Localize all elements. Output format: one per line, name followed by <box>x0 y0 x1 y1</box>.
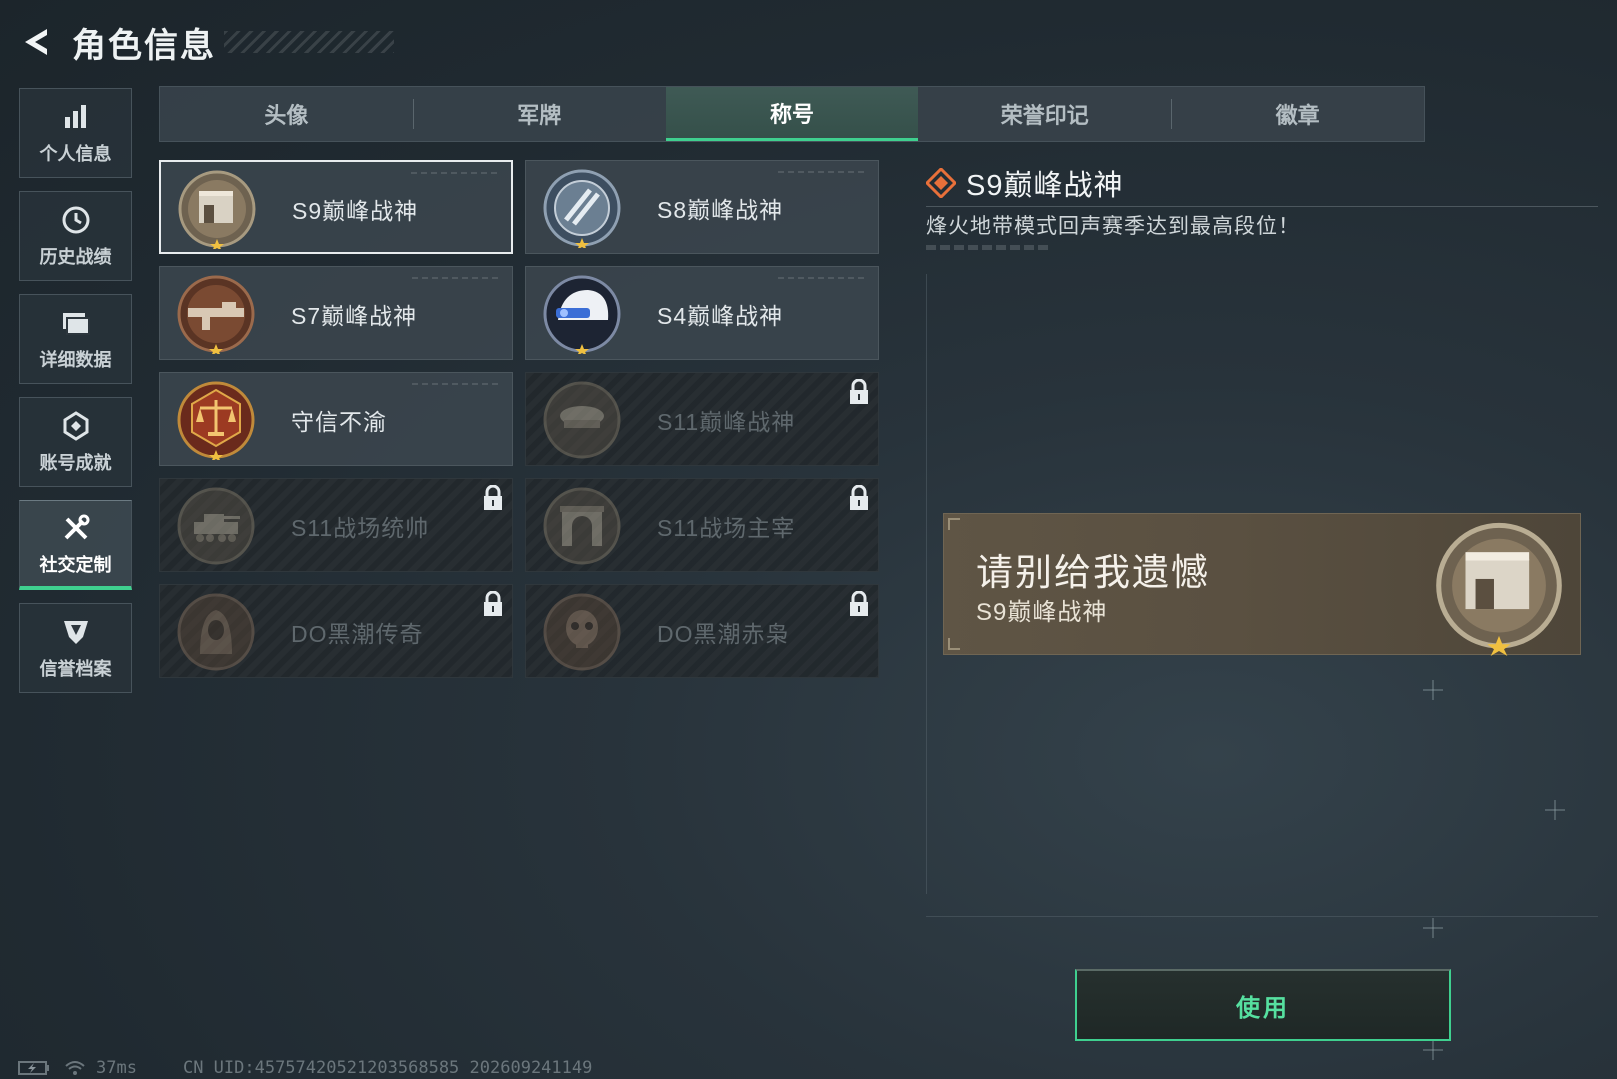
diamond-icon <box>926 168 956 198</box>
lock-icon <box>850 485 868 510</box>
helmet-emblem-icon <box>543 275 621 354</box>
sidebar-item-label: 历史战绩 <box>39 247 112 267</box>
sidebar-item-social-custom[interactable]: 社交定制 <box>19 500 132 590</box>
back-arrow-icon[interactable] <box>18 24 54 60</box>
sidebar-item-label: 账号成就 <box>39 453 112 473</box>
shield-icon <box>59 615 93 649</box>
category-tabs: 头像 军牌 称号 荣誉印记 徽章 <box>159 86 1425 142</box>
use-button[interactable]: 使用 <box>1075 969 1451 1041</box>
tab-honor-mark[interactable]: 荣誉印记 <box>918 87 1171 141</box>
tab-avatar[interactable]: 头像 <box>160 87 413 141</box>
page-title: 角色信息 <box>72 26 216 65</box>
sidebar-item-label: 社交定制 <box>39 554 112 575</box>
lock-icon <box>484 485 502 510</box>
tank-emblem-icon <box>177 487 255 565</box>
title-card-s7[interactable]: S7巅峰战神 <box>159 266 513 360</box>
bar-chart-icon <box>59 100 93 134</box>
title-decoration <box>224 31 394 53</box>
sidebar-item-details[interactable]: 详细数据 <box>19 294 132 384</box>
tab-badge[interactable]: 徽章 <box>1171 87 1424 141</box>
achievement-icon <box>59 409 93 443</box>
sidebar-item-label: 个人信息 <box>39 144 112 164</box>
title-card-faithful[interactable]: 守信不渝 <box>159 372 513 466</box>
card-decoration <box>411 172 501 174</box>
title-card-name: S11巅峰战神 <box>657 409 796 435</box>
title-card-name: DO黑潮传奇 <box>291 621 424 647</box>
crosshair-mark <box>1423 680 1443 700</box>
title-card-s11-peak[interactable]: S11巅峰战神 <box>525 372 879 466</box>
lock-icon <box>484 591 502 616</box>
title-card-name: S7巅峰战神 <box>291 303 418 329</box>
sidebar-item-achievements[interactable]: 账号成就 <box>19 397 132 487</box>
title-card-name: S11战场统帅 <box>291 515 430 541</box>
uid-text: CN UID:457574205212035685​85 20260924114… <box>182 1058 593 1078</box>
sidebar-item-label: 详细数据 <box>39 350 112 370</box>
title-card-s4[interactable]: S4巅峰战神 <box>525 266 879 360</box>
card-decoration <box>412 383 502 385</box>
striped-sphere-emblem-icon <box>543 169 621 248</box>
hooded-figure-emblem-icon <box>177 593 255 671</box>
frame-line <box>926 916 1598 917</box>
detail-description: 烽火地带模式回声赛季达到最高段位！ <box>926 215 1300 238</box>
detail-title: S9巅峰战神 <box>966 170 1124 202</box>
detail-header: S9巅峰战神 <box>926 160 1598 207</box>
title-card-s8[interactable]: S8巅峰战神 <box>525 160 879 254</box>
lock-icon <box>850 379 868 404</box>
skull-emblem-icon <box>543 593 621 671</box>
title-card-name: DO黑潮赤枭 <box>657 621 790 647</box>
preview-title-name: S9巅峰战神 <box>976 599 1108 626</box>
title-card-name: S9巅峰战神 <box>292 198 419 224</box>
scales-emblem-icon <box>177 381 255 460</box>
status-footer: 37ms CN UID:457574205212035685​85 202609… <box>18 1057 592 1079</box>
battery-icon <box>18 1061 49 1075</box>
title-card-s11-commander[interactable]: S11战场统帅 <box>159 478 513 572</box>
header: 角色信息 <box>18 18 394 66</box>
ping-value: 37ms <box>96 1058 137 1078</box>
corner-mark <box>948 638 960 650</box>
title-card-name: 守信不渝 <box>291 409 387 435</box>
title-card-name: S8巅峰战神 <box>657 197 784 223</box>
card-decoration <box>778 277 868 279</box>
wifi-icon <box>65 1061 85 1075</box>
rifle-emblem-icon <box>177 275 255 354</box>
title-preview-card: 请别给我遗憾 S9巅峰战神 <box>943 513 1581 656</box>
preview-player-name: 请别给我遗憾 <box>976 552 1210 593</box>
crosshair-mark <box>1545 800 1565 820</box>
folder-icon <box>59 306 93 340</box>
title-card-name: S11战场主宰 <box>657 515 796 541</box>
crosshair-mark <box>1423 1040 1443 1060</box>
beret-emblem-icon <box>543 381 621 459</box>
clock-icon <box>59 203 93 237</box>
title-card-do-legend[interactable]: DO黑潮传奇 <box>159 584 513 678</box>
card-decoration <box>412 277 502 279</box>
sidebar-item-credit[interactable]: 信誉档案 <box>19 603 132 693</box>
tab-title[interactable]: 称号 <box>665 87 919 141</box>
arch-emblem-icon <box>543 487 621 565</box>
frame-line <box>926 274 927 894</box>
title-card-name: S4巅峰战神 <box>657 303 784 329</box>
sidebar-item-personal-info[interactable]: 个人信息 <box>19 88 132 178</box>
description-decoration <box>926 245 1052 250</box>
sidebar-item-history[interactable]: 历史战绩 <box>19 191 132 281</box>
tab-dog-tag[interactable]: 军牌 <box>412 87 666 141</box>
title-card-do-red-owl[interactable]: DO黑潮赤枭 <box>525 584 879 678</box>
corner-mark <box>948 518 960 530</box>
card-decoration <box>778 171 868 173</box>
title-card-s11-dominator[interactable]: S11战场主宰 <box>525 478 879 572</box>
crosshair-mark <box>1423 918 1443 938</box>
fortress-emblem-icon <box>1436 522 1562 656</box>
fortress-emblem-icon <box>178 170 256 249</box>
sidebar-item-label: 信誉档案 <box>39 659 112 679</box>
tools-icon <box>59 511 93 545</box>
title-card-s9[interactable]: S9巅峰战神 <box>159 160 513 254</box>
lock-icon <box>850 591 868 616</box>
sidebar: 个人信息 历史战绩 详细数据 账号成就 社交定制 信誉档案 <box>19 88 134 706</box>
